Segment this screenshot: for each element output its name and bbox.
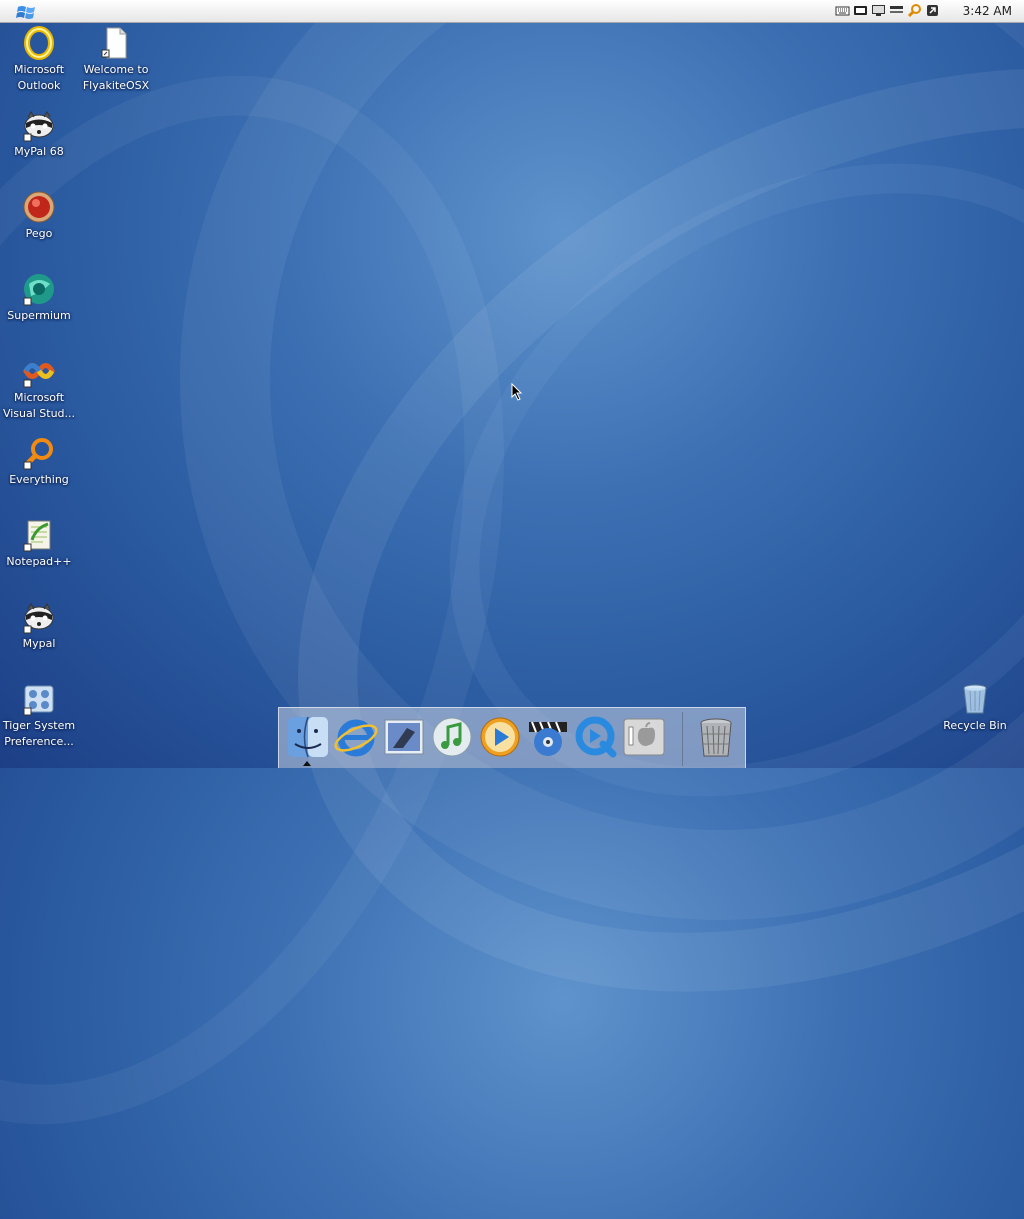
trash-icon[interactable] [693,714,739,760]
mypal-icon [23,603,54,634]
desktop-icon-everything[interactable]: Everything [0,436,81,488]
desktop-icon-outlook[interactable]: Microsoft Outlook [0,26,81,94]
monitor-icon[interactable] [871,3,886,18]
wallpaper-swoosh [0,0,631,1219]
document-icon [101,27,127,59]
system-preferences-icon[interactable] [621,714,667,760]
network-icon[interactable] [925,3,940,18]
search-icon [23,438,53,470]
mypal-icon [23,111,54,142]
clock[interactable]: 3:42 AM [963,4,1012,18]
system-tray [835,3,940,18]
windows-flag-icon [16,6,35,19]
mail-icon[interactable] [381,714,427,760]
menubar: 3:42 AM [0,0,1024,23]
wallpaper-swoosh [328,32,1024,928]
desktop-icon-recycle-bin[interactable]: Recycle Bin [933,682,1017,734]
desktop-icon-notepad-plus-plus[interactable]: Notepad++ [0,518,81,570]
wallpaper-swoosh [138,0,1024,1179]
mouse-pointer-icon [511,383,523,401]
visual-studio-icon [23,363,55,388]
running-indicator [303,761,311,766]
pego-icon [23,191,55,223]
dvd-player-icon[interactable] [525,714,571,760]
desktop-icon-mypal-68[interactable]: MyPal 68 [0,108,81,160]
search-icon[interactable] [907,3,922,18]
volume-icon[interactable] [889,3,904,18]
media-player-icon[interactable] [477,714,523,760]
display-icon[interactable] [853,3,868,18]
keyboard-icon[interactable] [835,3,850,18]
desktop-icon-mypal[interactable]: Mypal [0,600,81,652]
desktop-icon-welcome[interactable]: Welcome to FlyakiteOSX [74,26,158,94]
dock-separator [682,712,683,766]
start-button[interactable] [14,2,40,21]
itunes-icon[interactable] [429,714,475,760]
desktop-icon-supermium[interactable]: Supermium [0,272,81,324]
wallpaper-swoosh [27,0,1024,1073]
system-preferences-icon [23,685,54,716]
desktop-icon-tiger-system-preferences[interactable]: Tiger System Preference... [0,682,81,750]
outlook-icon [24,26,54,60]
finder-icon[interactable] [285,714,331,760]
notepad-icon [23,520,51,552]
recycle-bin-icon [963,684,987,714]
internet-explorer-icon[interactable] [333,714,379,760]
desktop-icon-visual-studio[interactable]: Microsoft Visual Stud... [0,354,81,422]
supermium-icon [23,274,54,306]
quicktime-icon[interactable] [573,714,619,760]
dock [278,707,746,768]
desktop-icon-pego[interactable]: Pego [0,190,81,242]
